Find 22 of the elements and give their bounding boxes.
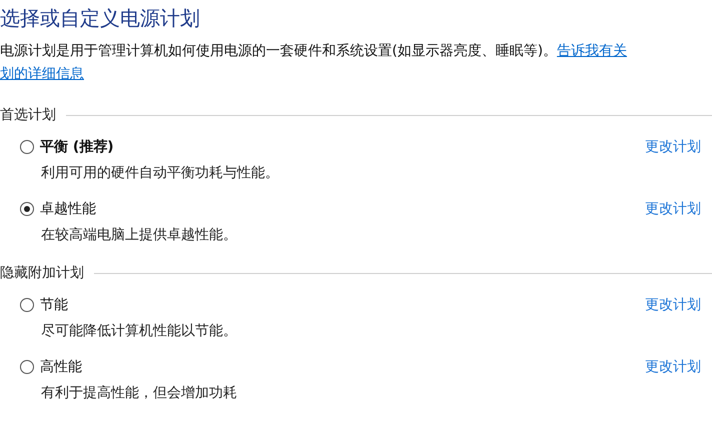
- plan-name: 平衡 (推荐): [40, 138, 114, 156]
- radio-button[interactable]: [20, 298, 34, 312]
- details-link[interactable]: 划的详细信息: [0, 63, 84, 86]
- plan-description: 有利于提高性能，但会增加功耗: [40, 384, 238, 402]
- plan-description: 在较高端电脑上提供卓越性能。: [40, 226, 238, 244]
- section-heading: 首选计划: [0, 106, 56, 124]
- plan-name: 高性能: [40, 358, 82, 376]
- section-heading: 隐藏附加计划: [0, 264, 84, 282]
- plan-description: 尽可能降低计算机性能以节能。: [40, 322, 238, 340]
- change-plan-link[interactable]: 更改计划: [645, 200, 701, 218]
- details-link[interactable]: 告诉我有关: [556, 40, 627, 63]
- plan-description: 利用可用的硬件自动平衡功耗与性能。: [40, 164, 280, 182]
- radio-button[interactable]: [20, 140, 34, 154]
- radio-button[interactable]: [20, 360, 34, 374]
- radio-button[interactable]: [20, 202, 34, 216]
- plan-name: 节能: [40, 296, 68, 314]
- change-plan-link[interactable]: 更改计划: [645, 138, 701, 156]
- plan-name: 卓越性能: [40, 200, 96, 218]
- description-text: 电源计划是用于管理计算机如何使用电源的一套硬件和系统设置(如显示器亮度、睡眠等)。: [0, 42, 557, 61]
- change-plan-link[interactable]: 更改计划: [645, 296, 701, 314]
- page-title: 选择或自定义电源计划: [0, 5, 201, 32]
- change-plan-link[interactable]: 更改计划: [645, 358, 701, 376]
